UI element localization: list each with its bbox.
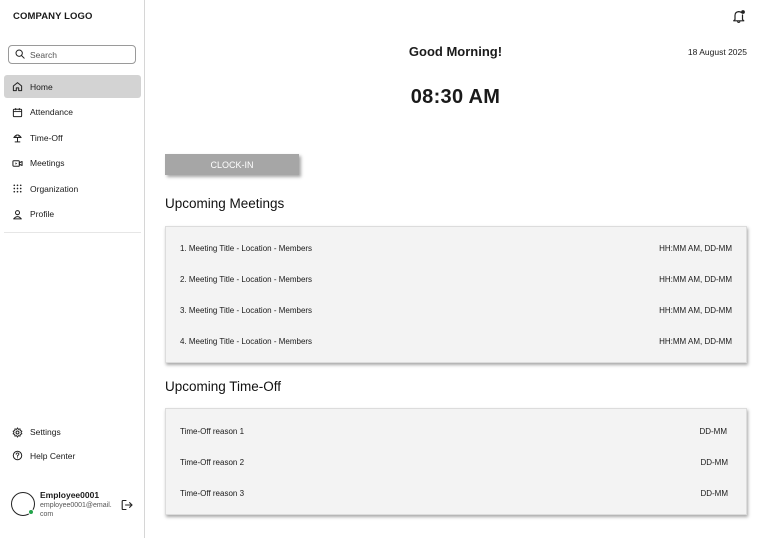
sidebar-item-label: Home — [30, 81, 53, 92]
meeting-row[interactable]: 3. Meeting Title - Location - Members HH… — [180, 306, 732, 315]
meeting-row[interactable]: 4. Meeting Title - Location - Members HH… — [180, 337, 732, 346]
nav-divider — [4, 232, 141, 233]
main-content: Good Morning! 18 August 2025 08:30 AM CL… — [145, 0, 768, 538]
sidebar-item-label: Time-Off — [30, 132, 63, 143]
video-camera-icon — [12, 158, 23, 169]
sidebar-item-home[interactable]: Home — [4, 75, 141, 98]
main-nav: Home Attendance Time-Off Meetings Organi… — [4, 75, 141, 228]
search-icon — [15, 46, 30, 64]
time-off-card: Time-Off reason 1 DD-MM Time-Off reason … — [165, 408, 747, 515]
meeting-when: HH:MM AM, DD-MM — [659, 244, 732, 253]
sidebar-item-settings[interactable]: Settings — [4, 421, 141, 443]
calendar-icon — [12, 107, 23, 118]
notification-bell-icon[interactable] — [732, 9, 746, 24]
online-status-indicator — [28, 509, 34, 515]
sidebar-item-profile[interactable]: Profile — [4, 203, 141, 226]
company-logo: COMPANY LOGO — [13, 11, 93, 22]
upcoming-time-off-title: Upcoming Time-Off — [165, 379, 282, 394]
meeting-when: HH:MM AM, DD-MM — [659, 275, 732, 284]
beach-umbrella-icon — [12, 132, 23, 143]
time-off-row[interactable]: Time-Off reason 3 DD-MM — [180, 489, 728, 498]
greeting: Good Morning! — [408, 44, 503, 59]
time-off-date: DD-MM — [700, 489, 728, 498]
time-off-reason: Time-Off reason 2 — [180, 458, 245, 467]
search-input[interactable] — [30, 49, 130, 60]
meeting-text: 2. Meeting Title - Location - Members — [180, 275, 313, 284]
sidebar-item-label: Help Center — [30, 450, 76, 461]
time-off-date: DD-MM — [700, 458, 728, 467]
sidebar-item-help-center[interactable]: Help Center — [4, 445, 141, 467]
home-icon — [12, 81, 23, 92]
meeting-when: HH:MM AM, DD-MM — [659, 306, 732, 315]
sidebar: COMPANY LOGO Home Attendance Time-Off — [0, 0, 145, 538]
time-off-reason: Time-Off reason 3 — [180, 489, 245, 498]
time-off-reason: Time-Off reason 1 — [180, 427, 245, 436]
profile-email: employee0001@email.com — [40, 502, 112, 518]
sidebar-item-label: Meetings — [30, 158, 65, 168]
sidebar-item-label: Organization — [30, 183, 79, 194]
profile-name: Employee0001 — [40, 490, 100, 500]
logout-icon[interactable] — [121, 498, 133, 511]
current-time: 08:30 AM — [410, 86, 501, 108]
sidebar-item-label: Profile — [30, 209, 55, 219]
user-profile[interactable]: Employee0001 employee0001@email.com — [11, 489, 141, 521]
sidebar-item-meetings[interactable]: Meetings — [4, 152, 141, 175]
upcoming-meetings-title: Upcoming Meetings — [165, 196, 285, 211]
grid-icon — [12, 183, 23, 194]
time-off-row[interactable]: Time-Off reason 2 DD-MM — [180, 458, 728, 467]
time-off-date: DD-MM — [699, 427, 727, 436]
bottom-nav: Settings Help Center — [4, 421, 141, 468]
sidebar-item-time-off[interactable]: Time-Off — [4, 126, 141, 149]
sidebar-item-organization[interactable]: Organization — [4, 177, 141, 200]
time-off-row[interactable]: Time-Off reason 1 DD-MM — [180, 427, 727, 436]
clock-in-button[interactable]: CLOCK-IN — [165, 154, 299, 175]
meeting-row[interactable]: 1. Meeting Title - Location - Members HH… — [180, 244, 732, 253]
sidebar-item-attendance[interactable]: Attendance — [4, 101, 141, 124]
meetings-card: 1. Meeting Title - Location - Members HH… — [165, 226, 747, 363]
meeting-text: 3. Meeting Title - Location - Members — [180, 306, 313, 315]
help-circle-icon — [12, 450, 23, 461]
current-date: 18 August 2025 — [687, 47, 747, 57]
meeting-text: 4. Meeting Title - Location - Members — [180, 337, 313, 346]
meeting-when: HH:MM AM, DD-MM — [659, 337, 732, 346]
gear-icon — [12, 426, 23, 438]
meeting-row[interactable]: 2. Meeting Title - Location - Members HH… — [180, 275, 732, 284]
sidebar-item-label: Attendance — [30, 107, 74, 117]
meeting-text: 1. Meeting Title - Location - Members — [180, 244, 313, 253]
search-box[interactable] — [8, 45, 136, 64]
sidebar-item-label: Settings — [30, 427, 61, 437]
user-icon — [12, 209, 23, 220]
